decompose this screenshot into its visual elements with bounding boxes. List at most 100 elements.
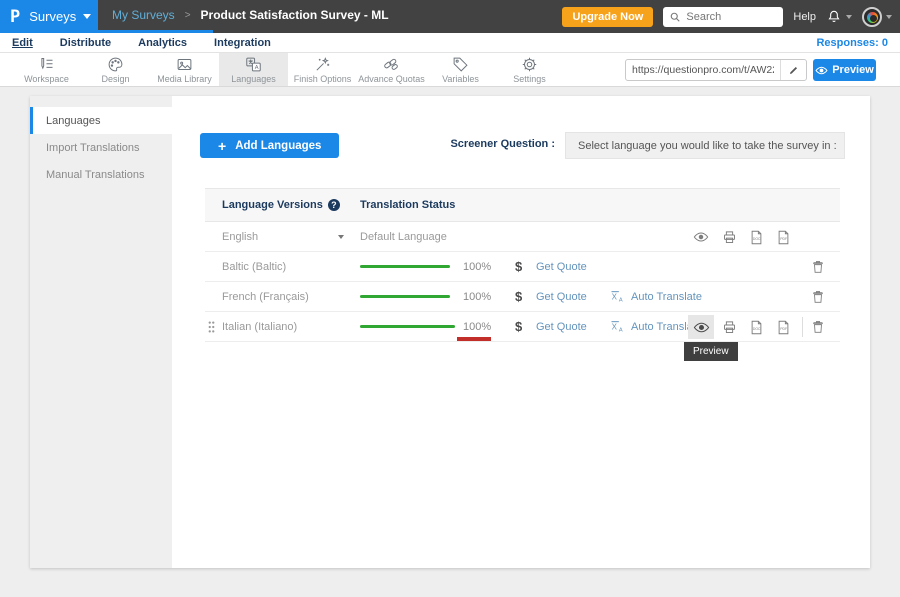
language-name: Baltic (Baltic) [222, 261, 286, 273]
plus-icon: + [218, 138, 226, 154]
screener-question-label: Screener Question : [422, 138, 555, 150]
translation-percent: 100% [463, 321, 491, 333]
translation-percent: 100% [463, 261, 491, 273]
toolbar-variables[interactable]: Variables [426, 53, 495, 86]
sidebar-item-import-translations[interactable]: Import Translations [30, 134, 172, 161]
bell-icon [826, 9, 842, 25]
tag-icon [452, 56, 469, 73]
svg-text:X: X [612, 323, 618, 332]
global-search[interactable] [663, 7, 783, 27]
dollar-icon[interactable]: $ [515, 319, 522, 334]
sidebar-item-manual-translations[interactable]: Manual Translations [30, 161, 172, 188]
default-language-select[interactable]: English [222, 231, 258, 243]
survey-url-input[interactable] [626, 64, 780, 76]
toolbar-workspace[interactable]: Workspace [12, 53, 81, 86]
tab-analytics[interactable]: Analytics [138, 37, 187, 49]
svg-text:A: A [255, 65, 259, 71]
page-title: Product Satisfaction Survey - ML [201, 8, 389, 22]
auto-translate-link[interactable]: Auto Translate [631, 291, 702, 303]
get-quote-link[interactable]: Get Quote [536, 261, 587, 273]
notifications-button[interactable] [826, 9, 852, 25]
svg-text:A: A [619, 328, 623, 334]
toolbar-design[interactable]: Design [81, 53, 150, 86]
svg-text:DOC: DOC [752, 327, 760, 331]
languages-sidebar: Languages Import Translations Manual Tra… [30, 96, 172, 568]
tab-distribute[interactable]: Distribute [60, 37, 111, 49]
account-menu[interactable] [862, 7, 892, 27]
preview-language-button[interactable] [688, 315, 714, 339]
table-row-italian: Italian (Italiano) 100% $ Get Quote XA A… [205, 312, 840, 342]
auto-translate-icon[interactable]: XA [609, 289, 626, 308]
translation-progress-bar [360, 265, 450, 268]
svg-text:PDF: PDF [780, 327, 787, 331]
print-button[interactable] [719, 227, 739, 247]
delete-language-button[interactable] [808, 257, 828, 277]
icon-divider [802, 317, 803, 337]
table-header: Language Versions ? Translation Status [205, 188, 840, 222]
col-translation-status: Translation Status [360, 199, 455, 211]
survey-tabs: Edit Distribute Analytics Integration Re… [0, 33, 900, 53]
translate-icon: A [245, 56, 262, 73]
chain-links-icon [383, 56, 400, 73]
top-navbar: My Surveys > Product Satisfaction Survey… [0, 0, 900, 33]
chevron-down-icon[interactable] [338, 235, 344, 239]
help-icon[interactable]: ? [328, 199, 340, 211]
col-language-versions: Language Versions [222, 199, 323, 211]
breadcrumb-my-surveys[interactable]: My Surveys [112, 8, 175, 22]
preview-button[interactable]: Preview [813, 59, 876, 81]
tab-integration[interactable]: Integration [214, 37, 271, 49]
upgrade-now-button[interactable]: Upgrade Now [562, 7, 653, 27]
product-menu-label: Surveys [29, 9, 76, 24]
chevron-down-icon [846, 15, 852, 19]
responses-count[interactable]: Responses: 0 [816, 37, 888, 49]
sidebar-item-languages[interactable]: Languages [30, 107, 172, 134]
table-row-baltic: Baltic (Baltic) 100% $ Get Quote [205, 252, 840, 282]
language-versions-table: Language Versions ? Translation Status E… [205, 188, 840, 342]
breadcrumb: My Surveys > Product Satisfaction Survey… [112, 0, 389, 30]
preview-language-button[interactable] [691, 227, 711, 247]
edit-toolbar: Workspace Design Media Library A Languag… [0, 53, 900, 87]
screener-question-select[interactable]: Select language you would like to take t… [565, 132, 845, 159]
svg-text:DOC: DOC [752, 237, 760, 241]
preview-tooltip: Preview [684, 342, 738, 361]
help-link[interactable]: Help [793, 11, 816, 23]
download-pdf-button[interactable]: PDF [773, 227, 793, 247]
palette-icon [107, 56, 124, 73]
workspace-icon [38, 56, 55, 73]
survey-url-box [625, 59, 807, 81]
language-name: Italian (Italiano) [222, 321, 297, 333]
table-row-french: French (Français) 100% $ Get Quote XA Au… [205, 282, 840, 312]
add-languages-button[interactable]: + Add Languages [200, 133, 339, 158]
get-quote-link[interactable]: Get Quote [536, 291, 587, 303]
dollar-icon[interactable]: $ [515, 289, 522, 304]
product-switcher[interactable]: P Surveys [0, 0, 98, 33]
toolbar-languages[interactable]: A Languages [219, 53, 288, 86]
print-button[interactable] [719, 317, 739, 337]
image-icon [176, 56, 193, 73]
chevron-down-icon [886, 15, 892, 19]
toolbar-media-library[interactable]: Media Library [150, 53, 219, 86]
dollar-icon[interactable]: $ [515, 259, 522, 274]
delete-language-button[interactable] [808, 287, 828, 307]
toolbar-settings[interactable]: Settings [495, 53, 564, 86]
download-doc-button[interactable]: DOC [746, 317, 766, 337]
download-doc-button[interactable]: DOC [746, 227, 766, 247]
tab-edit[interactable]: Edit [12, 37, 33, 49]
toolbar-finish-options[interactable]: Finish Options [288, 53, 357, 86]
toolbar-advance-quotas[interactable]: Advance Quotas [357, 53, 426, 86]
search-input[interactable] [686, 11, 771, 23]
drag-handle-icon[interactable] [207, 320, 216, 337]
svg-text:X: X [612, 293, 618, 302]
breadcrumb-separator: > [185, 10, 191, 21]
translation-progress-bar [360, 295, 450, 298]
language-name: French (Français) [222, 291, 309, 303]
download-pdf-button[interactable]: PDF [773, 317, 793, 337]
eye-icon [815, 64, 828, 77]
default-language-status: Default Language [360, 231, 447, 243]
auto-translate-icon[interactable]: XA [609, 319, 626, 338]
avatar [862, 7, 882, 27]
search-icon [669, 11, 681, 23]
get-quote-link[interactable]: Get Quote [536, 321, 587, 333]
delete-language-button[interactable] [808, 317, 828, 337]
edit-url-button[interactable] [780, 60, 806, 80]
